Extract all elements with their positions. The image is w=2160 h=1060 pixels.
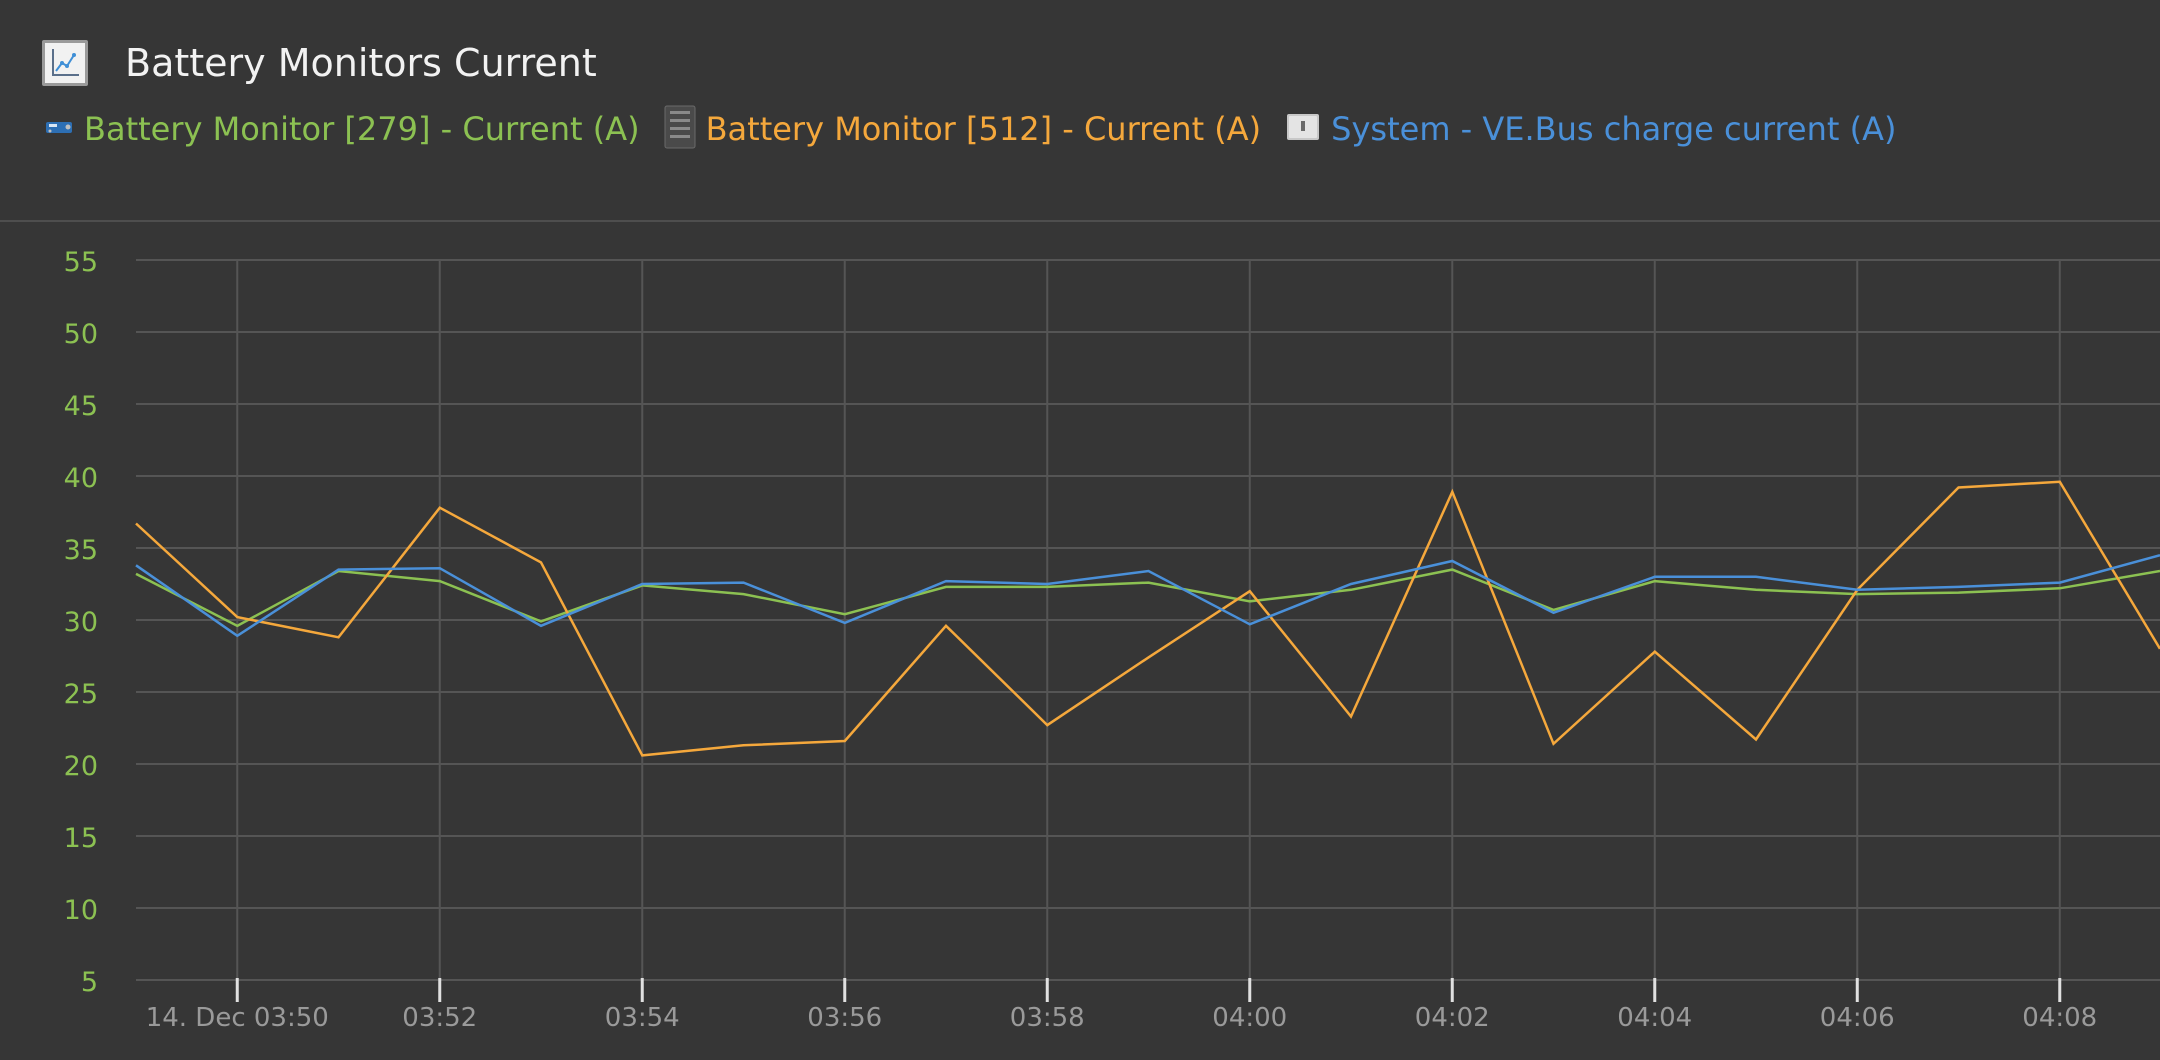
x-tick-label: 04:06 xyxy=(1820,1003,1895,1033)
y-tick-label: 25 xyxy=(64,679,98,710)
x-tick-label: 03:52 xyxy=(402,1003,477,1033)
x-tick-label: 04:02 xyxy=(1415,1003,1490,1033)
x-tick-label: 03:56 xyxy=(807,1003,882,1033)
y-tick-label: 20 xyxy=(64,751,98,782)
x-tick-label: 04:00 xyxy=(1212,1003,1287,1033)
x-axis: 14. Dec 03:50 03:52 03:54 03:56 03:58 04:00 04… xyxy=(146,978,2097,1033)
y-tick-label: 30 xyxy=(64,607,98,638)
y-tick-label: 50 xyxy=(64,319,98,350)
x-tick-label: 03:54 xyxy=(605,1003,680,1033)
y-tick-label: 55 xyxy=(64,247,98,278)
chart-plot: 5 10 15 20 25 30 35 40 45 50 55 14. Dec 03:50 03:52… xyxy=(64,247,2160,1033)
grid xyxy=(136,259,2160,981)
y-tick-label: 35 xyxy=(64,535,98,566)
y-tick-label: 15 xyxy=(64,823,98,854)
x-tick-label: 04:04 xyxy=(1617,1003,1692,1033)
chart-widget: Battery Monitors Current Battery Monitor… xyxy=(0,0,2160,1060)
x-tick-label: 04:08 xyxy=(2022,1003,2097,1033)
y-tick-label: 40 xyxy=(64,463,98,494)
y-tick-label: 5 xyxy=(81,967,98,998)
x-tick-label: 03:58 xyxy=(1010,1003,1085,1033)
x-tick-label: 14. Dec 03:50 xyxy=(146,1003,329,1033)
y-tick-label: 45 xyxy=(64,391,98,422)
y-axis: 5 10 15 20 25 30 35 40 45 50 55 xyxy=(64,247,98,998)
y-tick-label: 10 xyxy=(64,895,98,926)
